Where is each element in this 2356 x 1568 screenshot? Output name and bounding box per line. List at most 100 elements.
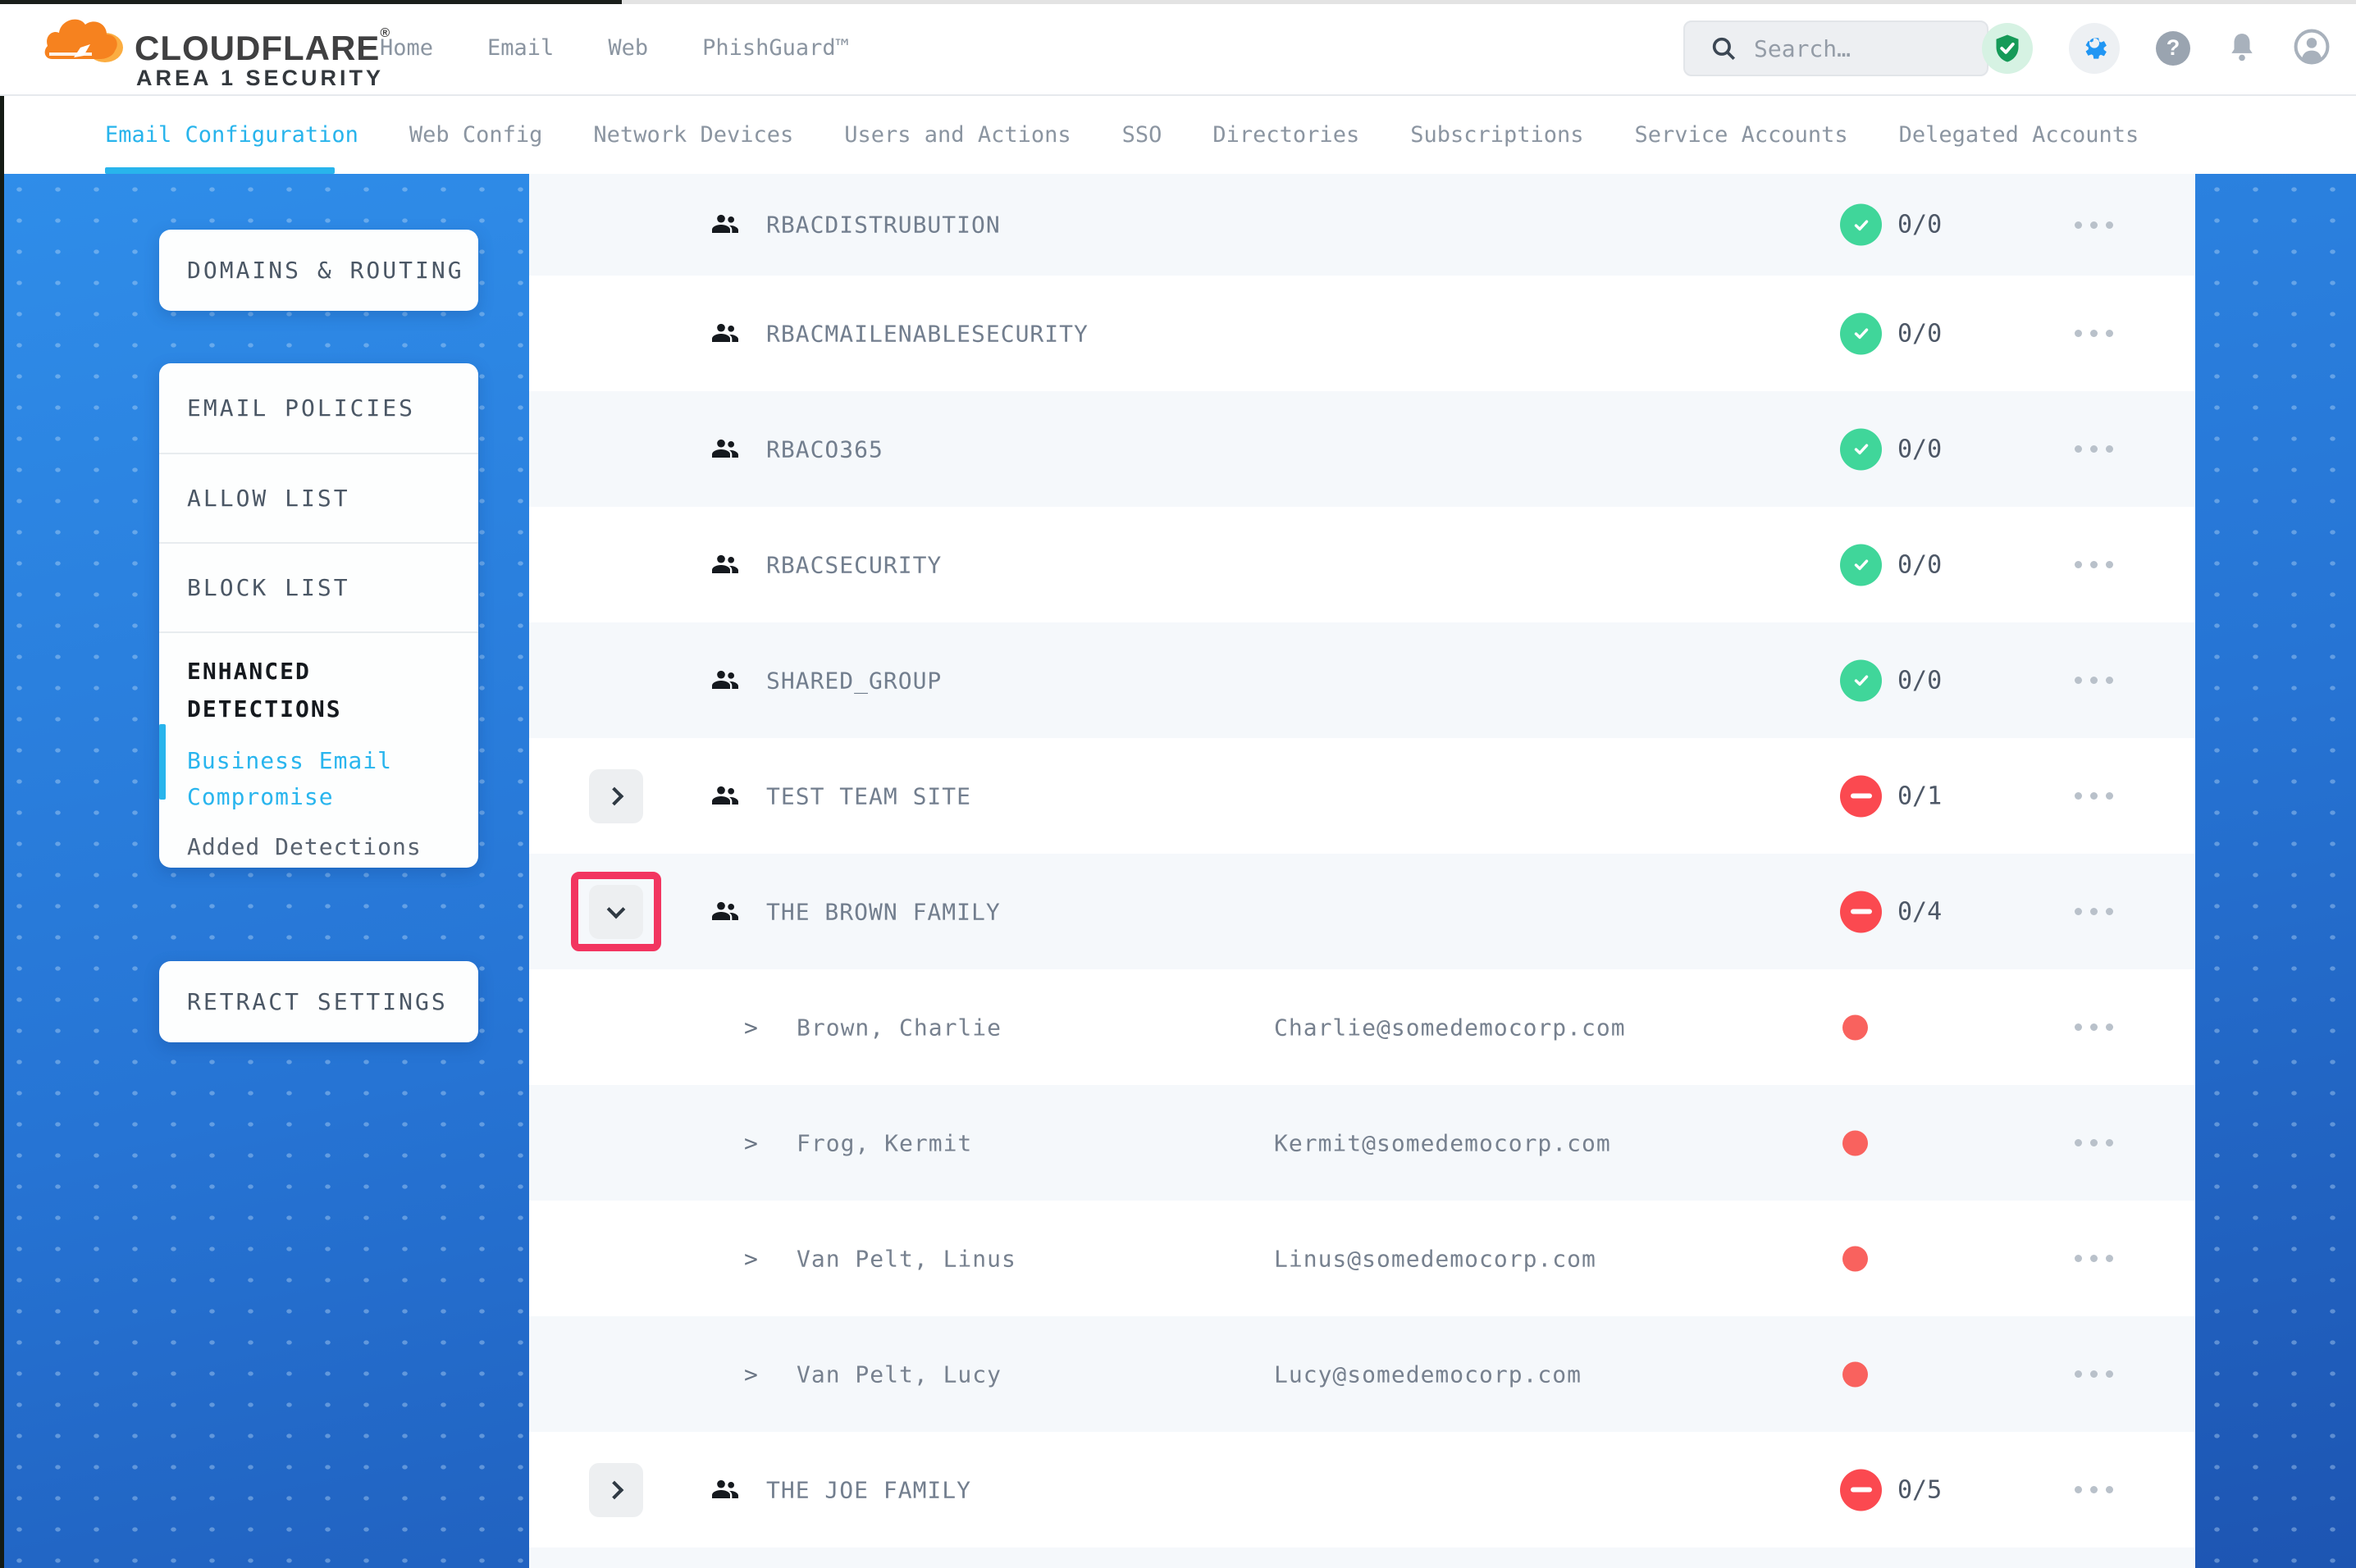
status-ok-badge (1840, 204, 1882, 246)
top-edge-artifact (0, 0, 622, 4)
chevron-right-icon[interactable]: > (744, 1361, 758, 1388)
tab-delegated-accounts[interactable]: Delegated Accounts (1899, 122, 2139, 148)
table-row[interactable]: RBACSECURITY 0/0 (529, 507, 2195, 622)
shield-check-icon[interactable] (1982, 23, 2033, 74)
collapse-row-button[interactable] (589, 885, 643, 939)
tab-users-and-actions[interactable]: Users and Actions (844, 122, 1071, 148)
status-flag-dot (1842, 1014, 1868, 1040)
cloudflare-logo: CLOUDFLARE® AREA 1 SECURITY (43, 8, 395, 90)
status-blocked-badge (1840, 1469, 1882, 1511)
row-actions-button[interactable] (2061, 208, 2126, 241)
group-icon (709, 780, 742, 813)
group-icon (709, 208, 742, 241)
header-icon-row: ? (1982, 0, 2330, 96)
table-row[interactable]: > Brown, Charlie Charlie@somedemocorp.co… (529, 969, 2195, 1085)
chevron-down-icon (607, 900, 626, 918)
row-actions-button[interactable] (2061, 1474, 2126, 1506)
nav-item-email[interactable]: Email (487, 35, 554, 61)
retract-settings-card[interactable]: RETRACT SETTINGS (159, 961, 478, 1042)
row-actions-button[interactable] (2061, 1127, 2126, 1160)
group-name: TEST TEAM SITE (766, 782, 971, 809)
table-row[interactable]: > Van Pelt, Linus Linus@somedemocorp.com (529, 1201, 2195, 1316)
group-name: RBACO365 (766, 435, 884, 463)
content-area: RBACDISTRUBUTION 0/0 RBACMAILENABLESECUR… (0, 174, 2356, 1568)
status-ok-badge (1840, 544, 1882, 586)
group-icon (709, 549, 742, 581)
sidebar-item-allow-list[interactable]: ALLOW LIST (159, 454, 478, 542)
table-row[interactable]: > Van Pelt, Lucy Lucy@somedemocorp.com (529, 1316, 2195, 1432)
primary-nav: Home Email Web PhishGuard™ (380, 0, 849, 96)
member-count: 0/0 (1897, 319, 1942, 348)
row-actions-button[interactable] (2061, 896, 2126, 928)
tab-network-devices[interactable]: Network Devices (593, 122, 793, 148)
member-email: Linus@somedemocorp.com (1274, 1245, 1596, 1272)
top-header: CLOUDFLARE® AREA 1 SECURITY Home Email W… (0, 0, 2356, 96)
table-row[interactable]: RBACMAILENABLESECURITY 0/0 (529, 276, 2195, 391)
member-count: 0/0 (1897, 435, 1942, 463)
tab-directories[interactable]: Directories (1212, 122, 1359, 148)
row-actions-button[interactable] (2061, 317, 2126, 350)
sidebar-item-block-list[interactable]: BLOCK LIST (159, 544, 478, 631)
group-icon (709, 1474, 742, 1506)
group-icon (709, 896, 742, 928)
chevron-right-icon[interactable]: > (744, 1014, 758, 1041)
chevron-right-icon (605, 786, 624, 805)
active-tab-underline (105, 167, 335, 174)
bell-icon[interactable] (2226, 30, 2258, 66)
row-actions-button[interactable] (2061, 1358, 2126, 1391)
sidebar-item-added-detections[interactable]: Added Detections (159, 815, 478, 860)
table-row[interactable]: RBACO365 0/0 (529, 391, 2195, 507)
active-item-indicator (159, 724, 166, 800)
status-ok-badge (1840, 312, 1882, 354)
sidebar-item-email-policies[interactable]: EMAIL POLICIES (159, 363, 478, 453)
status-blocked-badge (1840, 775, 1882, 817)
chevron-right-icon[interactable]: > (744, 1129, 758, 1156)
gear-icon[interactable] (2069, 23, 2120, 74)
nav-item-phishguard[interactable]: PhishGuard™ (702, 35, 849, 61)
search-icon (1710, 34, 1737, 62)
row-actions-button[interactable] (2061, 1011, 2126, 1044)
row-actions-button[interactable] (2061, 780, 2126, 813)
tab-email-configuration[interactable]: Email Configuration (105, 122, 358, 148)
tab-subscriptions[interactable]: Subscriptions (1410, 122, 1583, 148)
status-flag-dot (1842, 1130, 1868, 1155)
user-avatar-icon[interactable] (2294, 29, 2330, 68)
search-input[interactable] (1754, 35, 1959, 62)
table-row[interactable]: SHARED_GROUP 0/0 (529, 622, 2195, 738)
table-row[interactable]: THE BROWN FAMILY 0/4 (529, 854, 2195, 969)
group-name: RBACSECURITY (766, 551, 942, 578)
row-actions-button[interactable] (2061, 1242, 2126, 1275)
group-icon (709, 664, 742, 697)
app-window: CLOUDFLARE® AREA 1 SECURITY Home Email W… (0, 0, 2356, 1568)
member-email: Lucy@somedemocorp.com (1274, 1361, 1582, 1388)
chevron-right-icon[interactable]: > (744, 1245, 758, 1272)
member-email: Charlie@somedemocorp.com (1274, 1014, 1626, 1041)
status-ok-badge (1840, 428, 1882, 470)
sidebar-item-domains-routing[interactable]: DOMAINS & ROUTING (159, 257, 464, 284)
domains-routing-card[interactable]: DOMAINS & ROUTING (159, 230, 478, 311)
help-icon[interactable]: ? (2156, 31, 2190, 66)
sidebar-item-business-email-compromise[interactable]: Business Email Compromise (159, 728, 478, 815)
nav-item-web[interactable]: Web (608, 35, 648, 61)
tab-web-config[interactable]: Web Config (409, 122, 543, 148)
table-row[interactable]: THE JOE FAMILY 0/5 (529, 1432, 2195, 1547)
expand-row-button[interactable] (589, 769, 643, 823)
expand-row-button[interactable] (589, 1463, 643, 1517)
directory-groups-table: RBACDISTRUBUTION 0/0 RBACMAILENABLESECUR… (529, 174, 2195, 1568)
tab-sso[interactable]: SSO (1122, 122, 1162, 148)
row-actions-button[interactable] (2061, 664, 2126, 697)
search-bar[interactable] (1683, 21, 1988, 76)
nav-item-home[interactable]: Home (380, 35, 433, 61)
table-row[interactable]: RBACDISTRUBUTION 0/0 (529, 174, 2195, 276)
table-row[interactable]: TEST TEAM SITE 0/1 (529, 738, 2195, 854)
email-policies-card: EMAIL POLICIES ALLOW LIST BLOCK LIST ENH… (159, 363, 478, 868)
group-name: SHARED_GROUP (766, 667, 942, 694)
top-edge-artifact-light (622, 0, 2356, 4)
member-email: Kermit@somedemocorp.com (1274, 1129, 1611, 1156)
table-row[interactable]: > Frog, Kermit Kermit@somedemocorp.com (529, 1085, 2195, 1201)
tab-service-accounts[interactable]: Service Accounts (1635, 122, 1848, 148)
sidebar-item-retract-settings[interactable]: RETRACT SETTINGS (159, 988, 448, 1015)
member-count: 0/4 (1897, 897, 1942, 926)
row-actions-button[interactable] (2061, 549, 2126, 581)
row-actions-button[interactable] (2061, 433, 2126, 466)
